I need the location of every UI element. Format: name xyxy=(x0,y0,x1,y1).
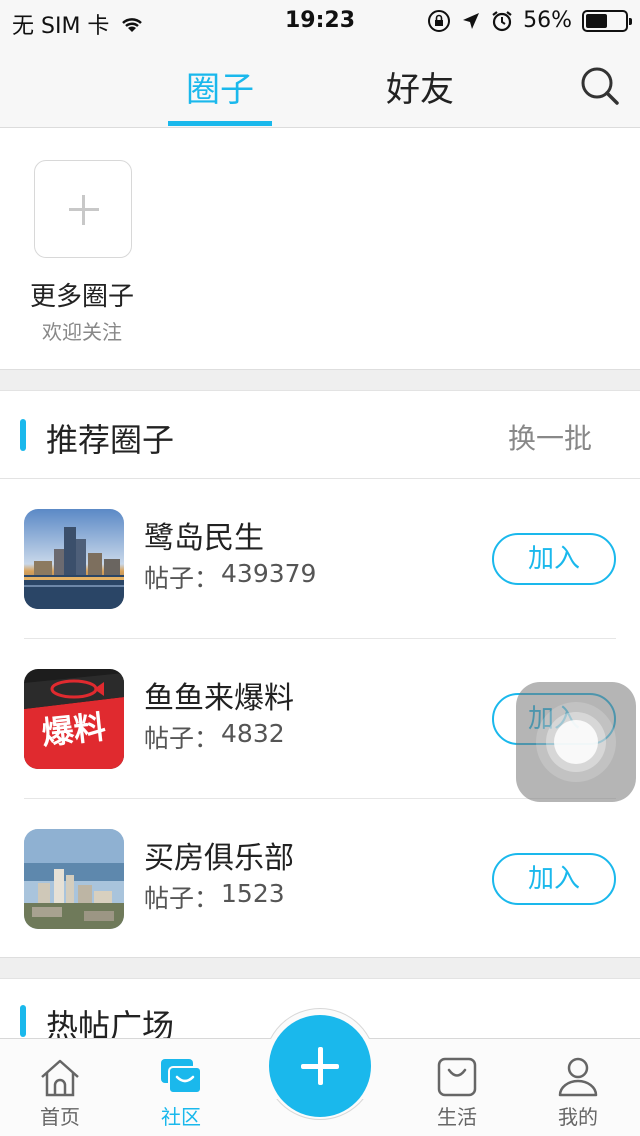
more-circles-title[interactable]: 更多圈子 xyxy=(20,276,144,313)
posts-value: 4832 xyxy=(221,719,285,748)
section-accent-bar xyxy=(20,1005,26,1037)
tab-life[interactable]: 生活 xyxy=(397,1039,517,1136)
search-icon[interactable] xyxy=(580,66,620,106)
tab-circles[interactable]: 圈子 xyxy=(168,62,272,111)
location-icon xyxy=(463,12,480,29)
logo-text: 爆料 xyxy=(40,708,108,752)
coastal-city-image xyxy=(24,829,124,929)
plus-icon[interactable] xyxy=(269,1015,371,1117)
tab-home[interactable]: 首页 xyxy=(0,1039,120,1136)
circle-name: 鱼鱼来爆料 xyxy=(144,681,294,716)
more-circles-section: 更多圈子 欢迎关注 xyxy=(0,128,640,370)
circle-post-count: 帖子： 1523 xyxy=(144,879,285,915)
tab-label: 首页 xyxy=(40,1105,80,1129)
assistive-touch-button[interactable] xyxy=(516,682,636,802)
circle-post-count: 帖子： 439379 xyxy=(144,559,316,595)
assistive-ring xyxy=(554,720,598,764)
circle-avatar xyxy=(24,829,124,929)
person-icon xyxy=(558,1057,598,1097)
posts-label: 帖子： xyxy=(144,724,220,753)
circle-avatar: 爆料 xyxy=(24,669,124,769)
battery-icon xyxy=(582,9,632,32)
home-icon xyxy=(41,1059,79,1097)
tab-community[interactable]: 社区 xyxy=(121,1039,241,1136)
status-bar: 无 SIM 卡 19:23 56% xyxy=(0,0,640,40)
life-bag-icon xyxy=(437,1057,477,1097)
posts-value: 1523 xyxy=(221,879,285,908)
tab-label: 社区 xyxy=(161,1105,201,1129)
city-skyline-image xyxy=(24,509,124,609)
more-circles-subtitle: 欢迎关注 xyxy=(42,320,122,344)
battery-percent: 56% xyxy=(523,8,572,33)
circle-name: 鹭岛民生 xyxy=(144,521,264,556)
tab-label: 我的 xyxy=(558,1105,598,1129)
tab-label: 生活 xyxy=(437,1105,477,1129)
tab-mine[interactable]: 我的 xyxy=(518,1039,638,1136)
list-item[interactable]: 鹭岛民生 帖子： 439379 加入 xyxy=(0,479,640,639)
posts-label: 帖子： xyxy=(144,884,220,913)
active-tab-indicator xyxy=(168,121,272,126)
circle-name: 买房俱乐部 xyxy=(144,841,294,876)
posts-value: 439379 xyxy=(221,559,317,588)
join-button[interactable]: 加入 xyxy=(492,533,616,585)
alarm-icon xyxy=(492,10,512,31)
fish-logo-image: 爆料 xyxy=(24,669,124,769)
circle-post-count: 帖子： 4832 xyxy=(144,719,285,755)
section-title: 推荐圈子 xyxy=(46,421,175,459)
join-button[interactable]: 加入 xyxy=(492,853,616,905)
status-right: 56% xyxy=(427,8,632,33)
list-item[interactable]: 买房俱乐部 帖子： 1523 加入 xyxy=(0,799,640,959)
tab-friends[interactable]: 好友 xyxy=(368,62,472,111)
refresh-button[interactable]: 换一批 xyxy=(508,417,592,457)
add-circle-button[interactable] xyxy=(34,160,132,258)
rotation-lock-icon xyxy=(428,9,451,32)
top-nav: 圈子 好友 xyxy=(0,40,640,128)
posts-label: 帖子： xyxy=(144,564,220,593)
battery-level-fill xyxy=(586,13,608,28)
recommended-circles-section: 推荐圈子 换一批 鹭岛民生 帖子： 439379 加入 爆料 鱼鱼来爆料 帖子：… xyxy=(0,390,640,958)
circle-avatar xyxy=(24,509,124,609)
community-icon xyxy=(161,1059,202,1094)
section-accent-bar xyxy=(20,419,26,451)
